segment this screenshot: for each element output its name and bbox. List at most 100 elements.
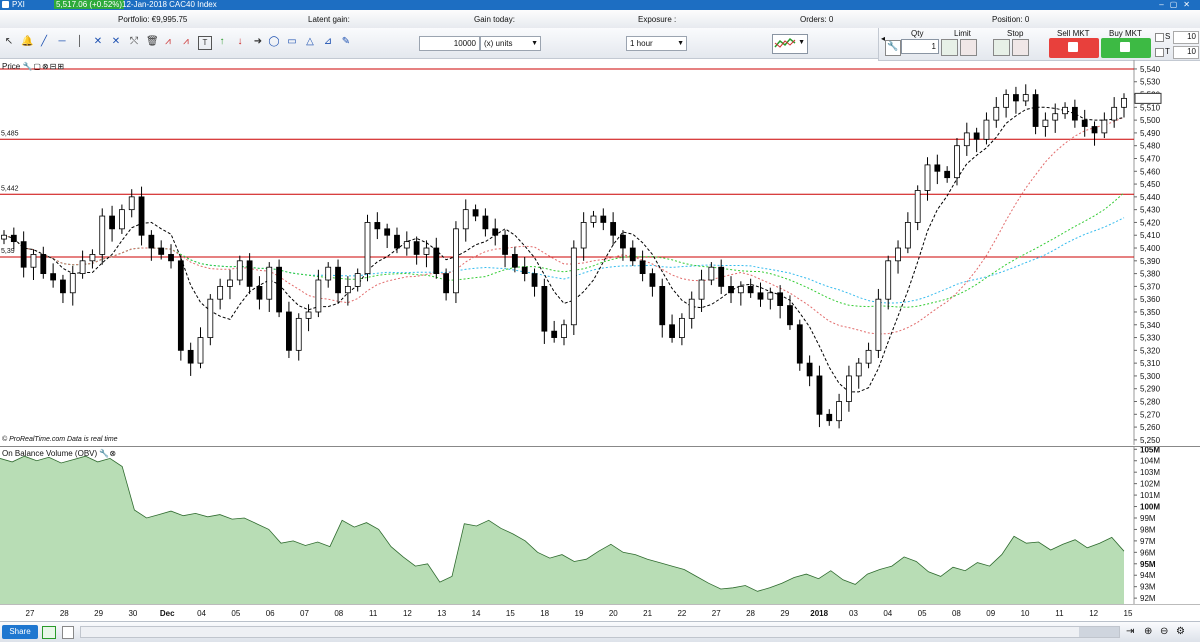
units-select[interactable]: (x) units ▼	[480, 36, 541, 51]
scroll-end-icon[interactable]: ⇥	[1126, 626, 1134, 637]
stop-buy-icon[interactable]	[993, 39, 1010, 56]
candle-body	[20, 241, 27, 268]
portfolio-value: Portfolio: €9,995.75	[118, 15, 188, 24]
settings-icon[interactable]: ⚙	[1176, 626, 1185, 637]
candle-body	[1062, 106, 1068, 115]
limit-sell-icon[interactable]	[960, 39, 977, 56]
candle-body	[1032, 94, 1039, 127]
date-axis-label: 13	[437, 609, 446, 618]
order-panel: ◂ 🔧 Qty 1 Limit Stop Sell MKT Buy MKT S …	[878, 28, 1200, 61]
t-input[interactable]: 10	[1173, 46, 1199, 59]
measure-icon[interactable]: ⊿	[322, 36, 334, 48]
pointer-icon[interactable]: ↖	[3, 36, 15, 48]
candle-body	[521, 266, 528, 275]
price-axis-label: 5,350	[1140, 308, 1161, 317]
price-axis-label: 5,500	[1140, 116, 1161, 125]
link-icon[interactable]	[42, 626, 56, 639]
price-axis-label: 5,400	[1140, 244, 1161, 253]
candle-body	[1101, 119, 1108, 134]
fibonacci-icon[interactable]: ⤲	[128, 36, 140, 48]
wrench-icon[interactable]: 🔧	[885, 40, 901, 56]
indicators-button[interactable]: ▼	[772, 34, 808, 54]
share-button[interactable]: Share	[2, 625, 38, 639]
buy-market-button[interactable]	[1101, 38, 1151, 58]
buy-mkt-label: Buy MKT	[1109, 29, 1142, 38]
candle-body	[413, 241, 420, 255]
price-axis-label: 5,390	[1140, 257, 1161, 266]
position-count[interactable]: Position: 0	[992, 15, 1029, 24]
candle-body	[767, 292, 774, 300]
date-axis-label: 09	[986, 609, 995, 618]
candle-body	[826, 413, 833, 422]
triangle-icon[interactable]: △	[304, 36, 316, 48]
trendline-icon[interactable]: ╱	[38, 36, 50, 48]
window-title: 12-Jan-2018 CAC40 Index	[122, 0, 217, 9]
qty-input[interactable]: 1	[901, 39, 939, 54]
price-axis-label: 5,340	[1140, 321, 1161, 330]
status-bar: Share ⇥ ⊕ ⊖ ⚙	[0, 621, 1200, 642]
date-axis-label: 2018	[810, 609, 828, 618]
date-axis-label: 27	[712, 609, 721, 618]
pencil-icon[interactable]: ✎	[340, 36, 352, 48]
obv-panel[interactable]: On Balance Volume (OBV) 🔧⊗ 105M 104M 103M 1…	[0, 446, 1200, 605]
layout-icon[interactable]	[62, 626, 74, 639]
price-chart-panel[interactable]: Price 🔧▢⊗⊟⊞ 5,5405,5305,5205,5105,5005,4…	[0, 60, 1200, 445]
fan-icon[interactable]: ✕	[110, 36, 122, 48]
date-axis-label: 19	[575, 609, 584, 618]
date-axis-label: 05	[918, 609, 927, 618]
zigzag-icon[interactable]: ⩘	[162, 36, 174, 48]
right-arrow-icon[interactable]: ➜	[252, 36, 264, 48]
down-arrow-icon[interactable]: ↓	[234, 36, 246, 48]
chart-scrollbar[interactable]	[80, 626, 1120, 638]
candle-body	[177, 260, 184, 351]
price-axis-label: 5,310	[1140, 359, 1161, 368]
candle-body	[954, 145, 960, 179]
candle-body	[806, 362, 813, 377]
candle-body	[403, 241, 410, 249]
orders-count[interactable]: Orders: 0	[800, 15, 833, 24]
s-input[interactable]: 10	[1173, 31, 1199, 44]
candle-body	[423, 247, 430, 255]
price-axis-label: 5,440	[1140, 193, 1161, 202]
timeframe-value: 1 hour	[630, 39, 653, 48]
date-axis-labels: 27 28 29 30 Dec 04 05 06 07 08 11 12 13 14 15 18 19 20 21 2…	[26, 609, 1133, 618]
candle-body	[1052, 113, 1059, 121]
wave-icon[interactable]: ⩘	[180, 36, 192, 48]
candle-body	[1121, 97, 1127, 108]
text-icon[interactable]: T	[198, 36, 212, 50]
timeframe-select[interactable]: 1 hour ▼	[626, 36, 687, 51]
panel-tools-icons[interactable]: 🔧⊗	[99, 449, 116, 458]
date-axis-label: 04	[197, 609, 206, 618]
candle-body	[1013, 94, 1019, 102]
scrollbar-thumb[interactable]	[1079, 627, 1119, 637]
zoom-in-icon[interactable]: ⊕	[1144, 626, 1152, 637]
stop-sell-icon[interactable]	[1012, 39, 1029, 56]
price-axis-label: 5,430	[1140, 206, 1161, 215]
stop-checkbox[interactable]	[1155, 33, 1164, 42]
alert-bell-icon[interactable]: 🔔	[21, 36, 33, 48]
rectangle-icon[interactable]: ▭	[286, 36, 298, 48]
date-axis-label: 15	[506, 609, 515, 618]
lasso-icon[interactable]: ◯	[268, 36, 280, 48]
delete-icon[interactable]: 🗑	[146, 36, 159, 48]
quantity-input[interactable]: 10000	[419, 36, 480, 51]
window-controls[interactable]: –▢✕	[1159, 0, 1196, 9]
candle-body	[69, 273, 76, 294]
candle-body	[453, 228, 459, 294]
sell-market-button[interactable]	[1049, 38, 1099, 58]
channel-icon[interactable]: ✕	[92, 36, 104, 48]
candle-body	[246, 260, 253, 287]
candle-body	[963, 132, 970, 147]
hline-icon[interactable]: ─	[56, 36, 68, 48]
panel-tools-icons[interactable]: 🔧▢⊗⊟⊞	[22, 62, 65, 71]
gain-today: Gain today:	[474, 15, 515, 24]
candle-body	[305, 311, 312, 319]
price-axis-label: 5,490	[1140, 129, 1161, 138]
zoom-out-icon[interactable]: ⊖	[1160, 626, 1168, 637]
limit-buy-icon[interactable]	[941, 39, 958, 56]
target-checkbox[interactable]	[1155, 48, 1164, 57]
candle-body	[354, 273, 361, 287]
vline-icon[interactable]: │	[74, 36, 86, 48]
up-arrow-icon[interactable]: ↑	[216, 36, 228, 48]
obv-panel-title: On Balance Volume (OBV)	[2, 449, 98, 458]
